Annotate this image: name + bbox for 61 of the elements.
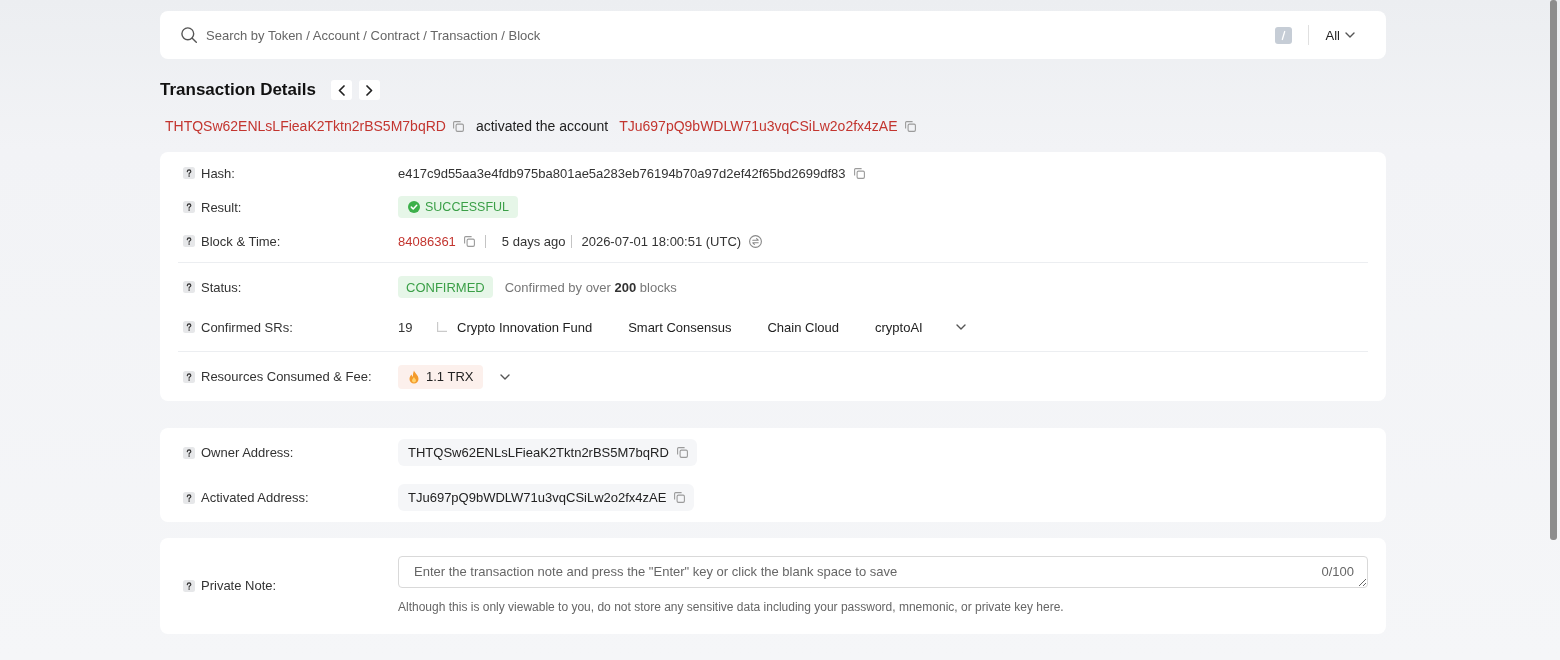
action-text: activated the account: [475, 118, 609, 134]
search-icon: [181, 27, 197, 43]
help-icon: [183, 281, 195, 293]
address-link[interactable]: TJu697pQ9bWDLW71u3vqCSiLw2o2fx4zAE: [408, 490, 667, 505]
keyboard-shortcut-icon: [1274, 26, 1292, 44]
help-icon: [183, 321, 195, 333]
flame-icon: [408, 369, 420, 384]
address-link[interactable]: THTQSw62ENLsLFieaK2Tktn2rBS5M7bqRD: [165, 118, 446, 134]
page-title: Transaction Details: [160, 79, 316, 101]
chevron-down-icon[interactable]: [955, 324, 966, 330]
help-icon: [183, 446, 195, 459]
help-icon: [183, 235, 195, 247]
timestamp: 2026-07-01 18:00:51 (UTC): [581, 233, 742, 249]
previous-button[interactable]: [330, 80, 352, 100]
field-label: Owner Address:: [201, 445, 294, 460]
note-hint: Although this is only viewable to you, do not store any sensitive data including your password, mnemonic, or private key here.: [398, 599, 1065, 615]
copy-icon[interactable]: [676, 447, 688, 458]
swap-icon[interactable]: [749, 234, 763, 248]
filter-dropdown[interactable]: All: [1325, 27, 1355, 43]
hash-value: e417c9d55aa3e4fdb975ba801ae5a283eb76194b70a97d2ef42f65bd2699df83: [398, 165, 846, 181]
help-icon: [183, 370, 195, 383]
time-ago: 5 days ago: [501, 233, 566, 249]
branch-icon: [437, 322, 447, 332]
field-label: Confirmed SRs:: [201, 319, 293, 335]
scrollbar-thumb[interactable]: [1550, 0, 1557, 540]
help-icon: [183, 201, 195, 213]
block-link[interactable]: 84086361: [398, 233, 456, 249]
field-label: Result:: [201, 199, 242, 215]
result-text: SUCCESSFUL: [425, 200, 510, 214]
check-circle-icon: [408, 201, 420, 213]
copy-icon[interactable]: [904, 120, 916, 132]
copy-icon[interactable]: [674, 492, 686, 503]
field-label: Hash:: [201, 165, 235, 181]
help-icon: [183, 491, 195, 504]
fee-amount: 1.1 TRX: [426, 369, 474, 384]
address-link[interactable]: TJu697pQ9bWDLW71u3vqCSiLw2o2fx4zAE: [619, 118, 898, 134]
sr-name[interactable]: Smart Consensus: [628, 319, 732, 335]
next-button[interactable]: [358, 80, 380, 100]
sr-name[interactable]: Chain Cloud: [767, 319, 839, 335]
confirmation-note: Confirmed by over 200 blocks: [504, 279, 677, 295]
copy-icon[interactable]: [452, 120, 464, 132]
chevron-right-icon: [365, 84, 373, 96]
copy-icon[interactable]: [463, 235, 475, 247]
help-icon: [183, 579, 195, 592]
sr-name[interactable]: cryptoAI: [875, 319, 923, 335]
chevron-down-icon[interactable]: [500, 373, 511, 380]
copy-icon[interactable]: [853, 167, 865, 179]
field-label: Block & Time:: [201, 233, 281, 249]
field-label: Activated Address:: [201, 490, 309, 505]
sr-name[interactable]: Crypto Innovation Fund: [457, 319, 593, 335]
help-icon: [183, 167, 195, 179]
character-counter: 0/100: [1321, 564, 1354, 580]
caret-icon: [1345, 32, 1355, 38]
address-link[interactable]: THTQSw62ENLsLFieaK2Tktn2rBS5M7bqRD: [408, 445, 669, 460]
chevron-left-icon: [337, 84, 345, 96]
sr-count: 19: [398, 319, 414, 335]
field-label: Resources Consumed & Fee:: [201, 369, 372, 384]
status-badge: CONFIRMED: [398, 276, 493, 298]
search-field[interactable]: Search by Token / Account / Contract / Transaction / Block All: [160, 11, 1386, 59]
field-label: Private Note:: [201, 578, 277, 593]
field-label: Status:: [201, 279, 242, 295]
